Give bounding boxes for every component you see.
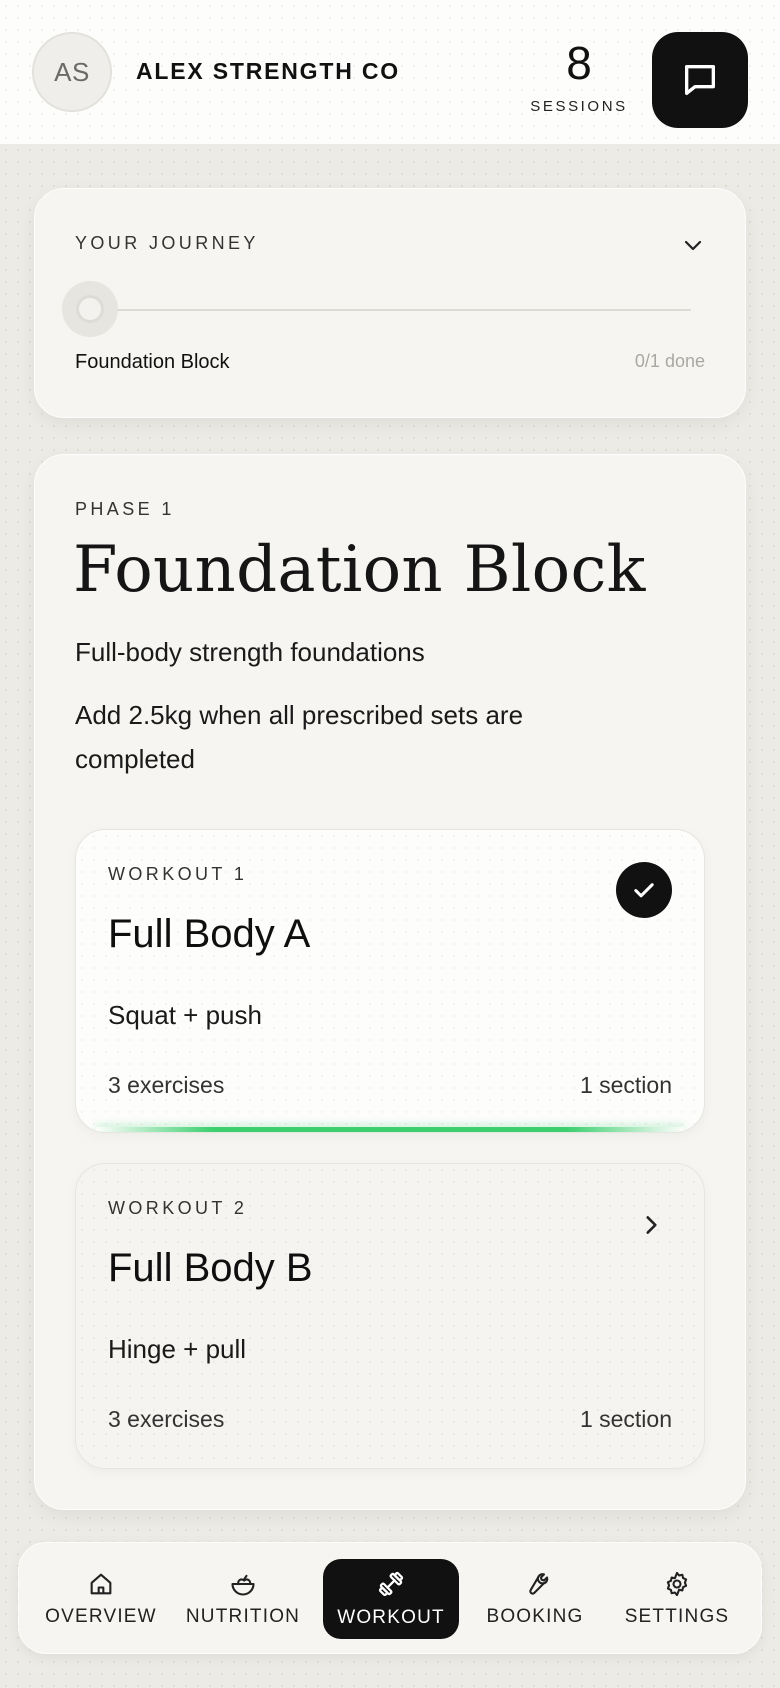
phase-card: PHASE 1 Foundation Block Full-body stren… (34, 454, 746, 1510)
home-icon (90, 1573, 112, 1595)
workout-exercise-count: 3 exercises (108, 1072, 225, 1098)
journey-step-dot (76, 295, 104, 323)
avatar[interactable]: AS (32, 32, 112, 112)
nav-item-booking[interactable]: BOOKING (467, 1559, 603, 1639)
workout-section-count: 1 section (579, 1072, 672, 1098)
phase-note: Add 2.5kg when all prescribed sets are c… (75, 700, 524, 774)
journey-label: YOUR JOURNEY (75, 233, 259, 253)
workout-card-1[interactable]: WORKOUT 1 Full Body A Squat + push 3 exe… (75, 829, 705, 1133)
workout-description: Hinge + pull (108, 1334, 247, 1364)
phase-subtitle: Full-body strength foundations (75, 637, 425, 667)
journey-progress-track (91, 309, 691, 311)
chevron-right-icon (646, 1216, 657, 1234)
workout-exercise-count: 3 exercises (108, 1406, 225, 1432)
sessions-counter: 8 SESSIONS (528, 40, 630, 115)
nav-label: OVERVIEW (45, 1606, 157, 1627)
wrench-icon (529, 1573, 549, 1595)
nav-item-settings[interactable]: SETTINGS (609, 1559, 745, 1639)
workout-title: Full Body B (108, 1246, 313, 1290)
sessions-count: 8 (566, 37, 592, 89)
brand-name: ALEX STRENGTH CO (136, 58, 400, 84)
check-icon (634, 883, 654, 898)
workout-section-count: 1 section (579, 1406, 672, 1432)
phase-label: PHASE 1 (75, 499, 175, 519)
journey-step-progress: 0/1 done (634, 351, 705, 371)
journey-card[interactable]: YOUR JOURNEY Foundation Block 0/1 done (34, 188, 746, 418)
completion-indicator (96, 1127, 684, 1132)
dumbbell-icon (378, 1571, 404, 1597)
sessions-label: SESSIONS (530, 98, 628, 115)
app-header: AS ALEX STRENGTH CO 8 SESSIONS (0, 0, 780, 144)
bowl-icon (231, 1574, 255, 1596)
workout-label: WORKOUT 2 (108, 1198, 248, 1218)
bottom-nav: OVERVIEW NUTRITION WORKOUT BOOKING SETTI… (18, 1542, 762, 1654)
chat-bubble-icon (685, 65, 715, 96)
nav-item-workout[interactable]: WORKOUT (323, 1559, 459, 1639)
nav-item-nutrition[interactable]: NUTRITION (175, 1559, 311, 1639)
chat-button[interactable] (652, 32, 748, 128)
nav-item-overview[interactable]: OVERVIEW (33, 1559, 169, 1639)
chevron-down-icon[interactable] (681, 233, 705, 257)
gear-icon (666, 1571, 688, 1597)
completed-badge (616, 862, 672, 918)
nav-label: WORKOUT (337, 1607, 445, 1628)
workout-description: Squat + push (108, 1000, 262, 1030)
nav-label: NUTRITION (185, 1606, 301, 1627)
journey-step-name: Foundation Block (75, 351, 230, 373)
workout-card-2[interactable]: WORKOUT 2 Full Body B Hinge + pull 3 exe… (75, 1163, 705, 1469)
phase-title: Foundation Block (73, 533, 646, 607)
workout-label: WORKOUT 1 (108, 864, 248, 884)
nav-label: SETTINGS (624, 1606, 730, 1627)
workout-title: Full Body A (108, 912, 311, 956)
nav-label: BOOKING (486, 1606, 584, 1627)
journey-step-marker[interactable] (62, 281, 118, 337)
